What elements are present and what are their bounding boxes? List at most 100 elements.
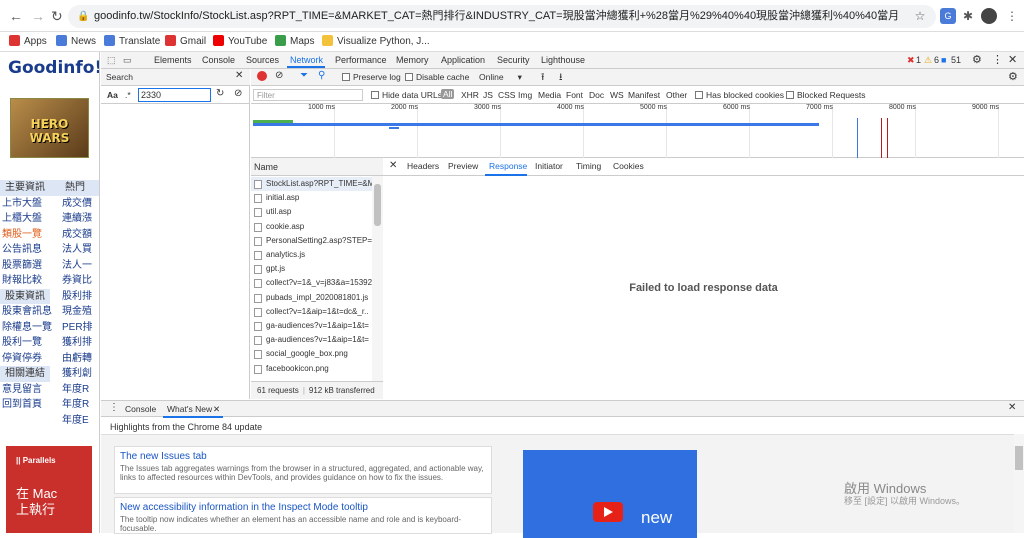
play-icon[interactable] [593,502,623,522]
filter-input[interactable]: Filter [253,89,363,101]
type-filter-css[interactable]: CSS [498,90,515,100]
menu-link[interactable]: 公告訊息 [0,242,50,258]
menu-link[interactable]: PER排 [50,320,99,336]
message-icon[interactable]: ■ [941,55,946,65]
disable-cache-checkbox[interactable]: Disable cache [405,72,469,82]
match-case-toggle[interactable]: Aa [107,90,118,100]
card-title[interactable]: The new Issues tab [120,451,486,462]
menu-link[interactable]: 類股一覽 [0,227,50,243]
request-row[interactable]: PersonalSetting2.asp?STEP=JS [251,234,372,248]
request-row[interactable]: StockList.asp?RPT_TIME=&MA [251,177,372,191]
type-filter-img[interactable]: Img [518,90,532,100]
request-row[interactable]: cookie.asp [251,220,372,234]
menu-link[interactable]: 股利一覽 [0,335,50,351]
tab-cookies[interactable]: Cookies [613,161,644,171]
menu-icon[interactable]: ⋮ [1004,8,1020,24]
tab-sources[interactable]: Sources [246,55,279,65]
whats-new-card[interactable]: The new Issues tab The Issues tab aggreg… [114,446,492,494]
menu-link[interactable]: 獲利創 [50,366,99,382]
name-column-header[interactable]: Name [251,158,383,176]
request-row[interactable]: collect?v=1&_v=j83&a=15392 [251,276,372,290]
blocked-requests-checkbox[interactable]: Blocked Requests [786,90,866,100]
menu-link[interactable]: 財報比較 [0,273,50,289]
menu-link[interactable]: 股票篩選 [0,258,50,274]
bookmark-news[interactable]: News [56,35,96,47]
translate-ext-icon[interactable]: G [940,8,956,24]
site-logo[interactable]: Goodinfo! [8,58,99,78]
more-icon[interactable]: ⋮ [992,53,1003,66]
clear-icon[interactable]: ⊘ [275,70,283,81]
request-list-scrollbar[interactable] [372,176,383,381]
menu-link[interactable] [0,413,50,429]
close-devtools-icon[interactable]: ✕ [1008,53,1017,66]
request-row[interactable]: ga-audiences?v=1&aip=1&t= [251,319,372,333]
menu-link[interactable]: 股東會訊息 [0,304,52,320]
bookmark-gmail[interactable]: Gmail [165,35,206,47]
inspect-icon[interactable]: ⬚ [107,55,116,66]
request-row[interactable]: facebookicon.png [251,362,372,376]
type-filter-doc[interactable]: Doc [589,90,604,100]
bookmark-apps[interactable]: Apps [9,35,47,47]
parallels-ad[interactable]: || Parallels 在 Mac 上執行 [6,446,92,533]
request-row[interactable]: analytics.js [251,248,372,262]
tab-lighthouse[interactable]: Lighthouse [541,55,585,65]
menu-link[interactable]: 法人一 [50,258,99,274]
tab-network[interactable]: Network [290,55,323,65]
error-icon[interactable]: ✖ [907,55,915,66]
menu-link[interactable]: 獲利排 [50,335,99,351]
tab-timing[interactable]: Timing [576,161,601,171]
address-bar[interactable]: 🔒 goodinfo.tw/StockInfo/StockList.asp?RP… [68,5,936,28]
device-toggle-icon[interactable]: ▭ [123,55,132,66]
request-row[interactable]: ga-audiences?v=1&aip=1&t= [251,333,372,347]
menu-link[interactable]: 回到首頁 [0,397,50,413]
extensions-icon[interactable]: ✱ [960,8,976,24]
export-har-icon[interactable]: ⭳ [559,70,563,87]
close-whats-new-icon[interactable]: ✕ [213,404,220,415]
regex-toggle[interactable]: .* [125,90,131,100]
request-row[interactable]: util.asp [251,205,372,219]
type-filter-font[interactable]: Font [566,90,583,100]
star-icon[interactable]: ☆ [912,8,928,24]
drawer-tab-console[interactable]: Console [125,404,156,414]
tab-console[interactable]: Console [202,55,235,65]
network-settings-icon[interactable]: ⚙ [1008,70,1018,83]
has-blocked-cookies-checkbox[interactable]: Has blocked cookies [695,90,784,100]
bookmark-translate[interactable]: Translate [104,35,160,47]
type-filter-all[interactable]: All [441,89,455,99]
menu-link[interactable]: 由虧轉 [50,351,99,367]
clear-search-icon[interactable]: ⊘ [234,88,242,99]
avatar[interactable] [981,8,997,24]
type-filter-ws[interactable]: WS [610,90,624,100]
filter-icon[interactable]: ⏷ [300,70,308,81]
request-row[interactable]: gpt.js [251,262,372,276]
import-har-icon[interactable]: ⭱ [541,70,545,87]
type-filter-xhr[interactable]: XHR [461,90,479,100]
bookmark-maps[interactable]: Maps [275,35,314,47]
type-filter-media[interactable]: Media [538,90,561,100]
warning-icon[interactable]: ⚠ [924,55,932,66]
type-filter-js[interactable]: JS [483,90,493,100]
network-timeline[interactable]: 1000 ms 2000 ms 3000 ms 4000 ms 5000 ms … [251,104,1024,158]
drawer-scroll-thumb[interactable] [1015,446,1023,470]
menu-link[interactable]: 停資停券 [0,351,50,367]
menu-link[interactable]: 年度E [50,413,99,429]
request-row[interactable]: collect?v=1&aip=1&t=dc&_r.. [251,305,372,319]
menu-link[interactable]: 除權息一覽 [0,320,52,336]
back-icon[interactable]: ← [9,8,23,24]
forward-icon[interactable]: → [31,8,45,24]
preserve-log-checkbox[interactable]: Preserve log [342,72,401,82]
close-search-icon[interactable]: ✕ [235,70,243,81]
menu-link[interactable]: 年度R [50,397,99,413]
menu-link[interactable]: 意見留言 [0,382,50,398]
card-title[interactable]: New accessibility information in the Ins… [120,502,486,513]
record-icon[interactable] [257,71,267,81]
close-detail-icon[interactable]: ✕ [389,160,397,171]
menu-link[interactable]: 股利排 [50,289,99,305]
menu-link[interactable]: 上市大盤 [0,196,50,212]
request-row[interactable]: pubads_impl_2020081801.js [251,291,372,305]
menu-link[interactable]: 現金殖 [50,304,99,320]
menu-link[interactable]: 連續漲 [50,211,99,227]
search-input[interactable]: 2330 [138,88,211,102]
whats-new-video[interactable]: new [523,450,697,538]
tab-elements[interactable]: Elements [154,55,192,65]
